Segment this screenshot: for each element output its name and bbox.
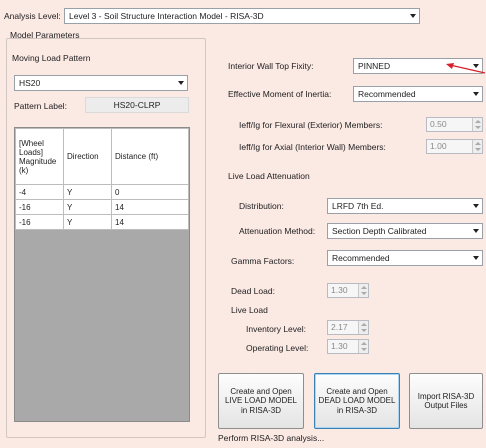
ieff-axial-label: Ieff/Ig for Axial (Interior Wall) Member… [239,142,386,152]
attenuation-method-dropdown[interactable]: Section Depth Calibrated [327,223,483,239]
ieff-flexural-spinner[interactable]: 0.50 [426,117,483,132]
distribution-dropdown[interactable]: LRFD 7th Ed. [327,198,483,214]
spin-arrows-icon[interactable] [358,340,368,353]
table-cell[interactable]: 14 [111,214,189,230]
chevron-down-icon [473,229,479,233]
import-output-files-button[interactable]: Import RISA-3D Output Files [409,373,483,429]
wheel-load-table: [Wheel Loads] Magnitude (k) Direction Di… [14,127,190,422]
table-row[interactable]: -16 Y 14 [15,214,189,230]
distribution-label: Distribution: [239,201,284,211]
gamma-factors-label: Gamma Factors: [231,256,295,266]
table-cell[interactable]: -16 [15,199,64,215]
inventory-level-spinner[interactable]: 2.17 [327,320,369,335]
annotation-arrow-icon [446,63,486,74]
distribution-value: LRFD 7th Ed. [332,201,384,211]
table-cell[interactable]: 0 [111,184,189,200]
create-dead-load-model-button[interactable]: Create and Open DEAD LOAD MODEL in RISA-… [314,373,400,429]
analysis-level-value: Level 3 - Soil Structure Interaction Mod… [69,11,264,21]
table-cell[interactable]: -4 [15,184,64,200]
load-pattern-dropdown[interactable]: HS20 [14,75,188,91]
dead-load-value: 1.30 [331,285,348,295]
operating-level-value: 1.30 [331,341,348,351]
spin-arrows-icon[interactable] [358,284,368,297]
table-cell[interactable]: Y [63,184,112,200]
ieff-flexural-label: Ieff/Ig for Flexural (Exterior) Members: [239,120,383,130]
status-text: Perform RISA-3D analysis... [218,433,325,443]
pattern-label-field[interactable]: HS20-CLRP [85,97,189,113]
effective-moment-dropdown[interactable]: Recommended [353,86,483,102]
column-header-distance: Distance (ft) [111,128,189,185]
inventory-level-value: 2.17 [331,322,348,332]
table-row[interactable]: -4 Y 0 [15,184,189,200]
column-header-magnitude: [Wheel Loads] Magnitude (k) [15,128,64,185]
table-row[interactable]: -16 Y 14 [15,199,189,215]
dead-load-spinner[interactable]: 1.30 [327,283,369,298]
live-load-attenuation-title: Live Load Attenuation [228,171,310,181]
wall-top-fixity-label: Interior Wall Top Fixity: [228,61,314,71]
analysis-level-label: Analysis Level: [4,11,61,21]
chevron-down-icon [410,14,416,18]
inventory-level-label: Inventory Level: [246,324,307,334]
table-cell[interactable]: 14 [111,199,189,215]
effective-moment-label: Effective Moment of Inertia: [228,89,332,99]
spin-arrows-icon[interactable] [358,321,368,334]
spin-arrows-icon[interactable] [472,140,482,153]
chevron-down-icon [473,92,479,96]
risa-model-panel: { "analysis_level": { "label": "Analysis… [0,0,486,448]
pattern-label-caption: Pattern Label: [14,101,67,111]
chevron-down-icon [473,204,479,208]
wall-top-fixity-value: PINNED [358,61,391,71]
chevron-down-icon [473,256,479,260]
effective-moment-value: Recommended [358,89,416,99]
gamma-factors-dropdown[interactable]: Recommended [327,250,483,266]
chevron-down-icon [178,81,184,85]
table-cell[interactable]: -16 [15,214,64,230]
table-cell[interactable]: Y [63,199,112,215]
attenuation-method-value: Section Depth Calibrated [332,226,427,236]
live-load-title: Live Load [231,305,268,315]
dead-load-label: Dead Load: [231,286,275,296]
attenuation-method-label: Attenuation Method: [239,226,316,236]
column-header-direction: Direction [63,128,112,185]
table-header-row: [Wheel Loads] Magnitude (k) Direction Di… [15,128,189,185]
create-live-load-model-button[interactable]: Create and Open LIVE LOAD MODEL in RISA-… [218,373,304,429]
load-pattern-value: HS20 [19,78,41,88]
gamma-factors-value: Recommended [332,253,390,263]
ieff-axial-spinner[interactable]: 1.00 [426,139,483,154]
table-cell[interactable]: Y [63,214,112,230]
operating-level-spinner[interactable]: 1.30 [327,339,369,354]
spin-arrows-icon[interactable] [472,118,482,131]
operating-level-label: Operating Level: [246,343,309,353]
ieff-axial-value: 1.00 [430,141,447,151]
moving-load-title: Moving Load Pattern [12,53,91,63]
analysis-level-dropdown[interactable]: Level 3 - Soil Structure Interaction Mod… [64,8,420,24]
ieff-flexural-value: 0.50 [430,119,447,129]
